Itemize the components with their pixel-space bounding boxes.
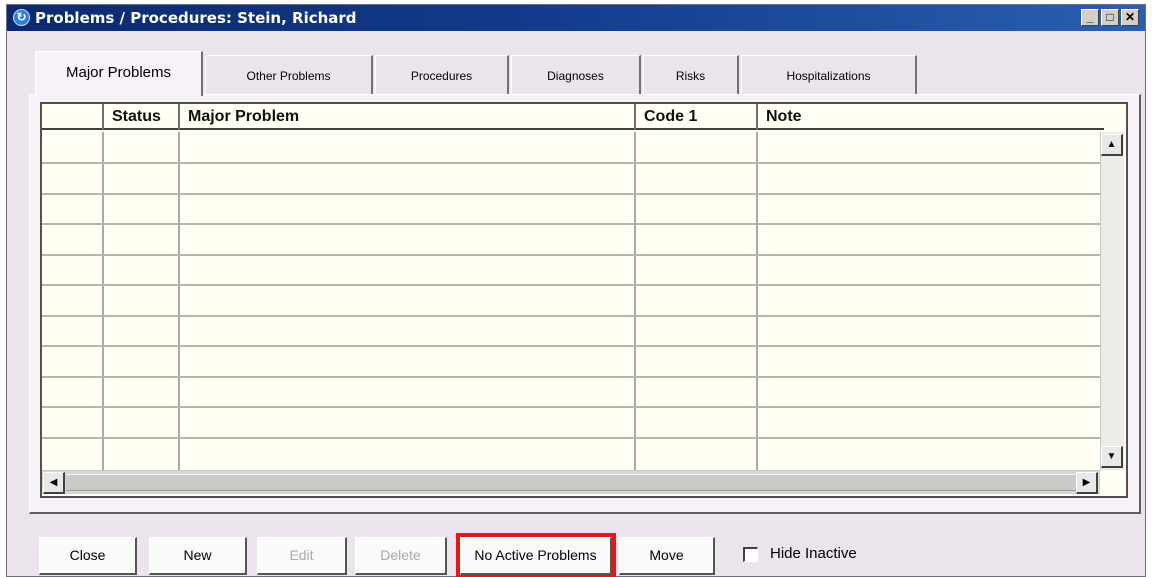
hide-inactive-checkbox[interactable] [743,547,758,562]
grid-header: Status Major Problem Code 1 Note [42,104,1104,130]
grid-row-divider [42,315,1100,317]
scroll-down-arrow-icon[interactable]: ▼ [1101,446,1123,468]
scroll-left-arrow-icon[interactable]: ◀ [43,472,65,494]
column-header-row-indicator [42,104,104,130]
tab-risks[interactable]: Risks [643,55,739,95]
grid-row-divider [42,162,1100,164]
grid-row-divider [42,437,1100,439]
tab-procedures[interactable]: Procedures [375,55,509,95]
grid-row-divider [42,345,1100,347]
horizontal-scroll-thumb[interactable] [66,474,1076,491]
tab-panel: Status Major Problem Code 1 Note ▲ ▼ ◀ ▶ [29,94,1141,514]
column-header-major-problem[interactable]: Major Problem [180,104,636,130]
column-header-code-1[interactable]: Code 1 [636,104,758,130]
edit-button[interactable]: Edit [257,537,347,575]
grid-column-divider [634,132,636,470]
scroll-right-arrow-icon[interactable]: ▶ [1076,472,1098,494]
grid-column-divider [756,132,758,470]
minimize-button[interactable]: _ [1081,9,1099,26]
new-button[interactable]: New [149,537,247,575]
no-active-problems-button[interactable]: No Active Problems [456,533,616,577]
tab-hospitalizations[interactable]: Hospitalizations [741,55,917,95]
grid-column-divider [178,132,180,470]
tab-other-problems[interactable]: Other Problems [205,55,373,95]
scroll-up-arrow-icon[interactable]: ▲ [1101,134,1123,156]
close-button[interactable]: Close [39,537,137,575]
tab-major-problems[interactable]: Major Problems [35,51,203,96]
delete-button[interactable]: Delete [355,537,447,575]
column-header-status[interactable]: Status [104,104,180,130]
vertical-scrollbar[interactable]: ▲ ▼ [1100,132,1124,470]
column-header-note[interactable]: Note [758,104,1104,130]
grid-row-divider [42,284,1100,286]
move-button[interactable]: Move [619,537,715,575]
grid-row-divider [42,193,1100,195]
close-window-button[interactable]: ✕ [1121,9,1139,26]
window-title: Problems / Procedures: Stein, Richard [35,9,357,27]
grid-row-divider [42,406,1100,408]
hide-inactive-label: Hide Inactive [770,545,857,562]
grid-row-divider [42,223,1100,225]
tab-diagnoses[interactable]: Diagnoses [511,55,641,95]
grid-column-divider [102,132,104,470]
grid-row-divider [42,376,1100,378]
problems-grid[interactable]: Status Major Problem Code 1 Note ▲ ▼ ◀ ▶ [40,102,1128,498]
problems-procedures-window: ↻ Problems / Procedures: Stein, Richard … [6,4,1146,577]
title-bar: ↻ Problems / Procedures: Stein, Richard … [7,5,1145,31]
horizontal-scrollbar[interactable]: ◀ ▶ [42,470,1100,494]
grid-row-divider [42,254,1100,256]
app-logo-icon: ↻ [13,9,30,26]
maximize-button[interactable]: □ [1101,9,1119,26]
